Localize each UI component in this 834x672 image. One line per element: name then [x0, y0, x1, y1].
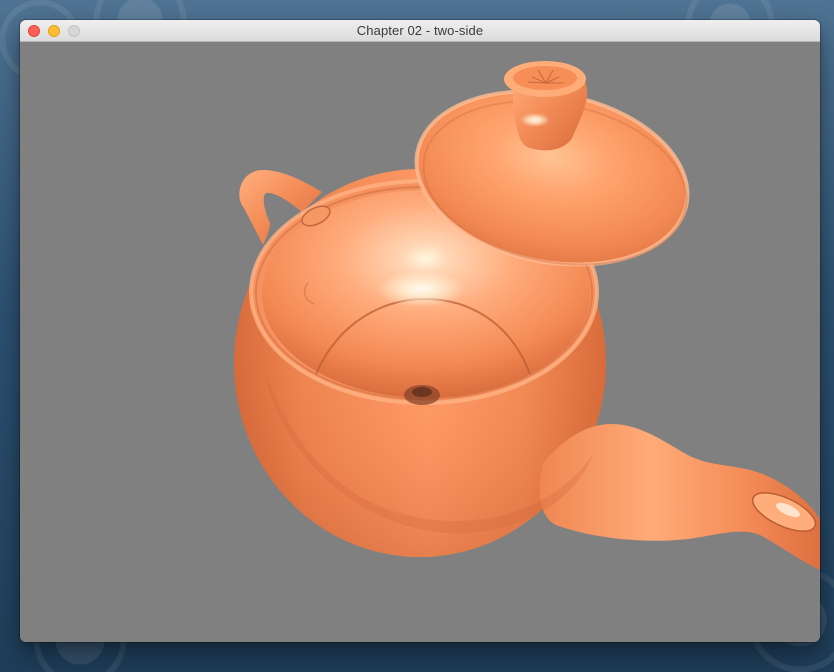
teapot-scene [234, 61, 820, 570]
app-window: Chapter 02 - two-side [20, 20, 820, 642]
desktop-background: Chapter 02 - two-side [0, 0, 834, 672]
window-titlebar[interactable]: Chapter 02 - two-side [20, 20, 820, 42]
render-viewport[interactable] [20, 42, 820, 642]
window-title: Chapter 02 - two-side [356, 23, 484, 38]
